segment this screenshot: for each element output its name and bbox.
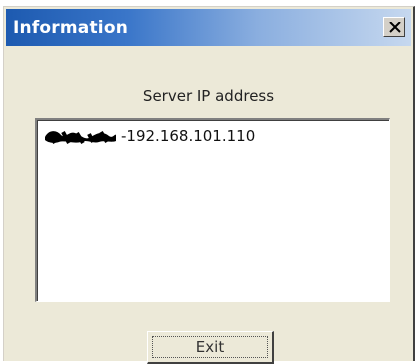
information-dialog: Information Server IP address - 192.168.… <box>3 6 415 364</box>
title-bar[interactable]: Information <box>6 9 411 46</box>
list-item[interactable]: - 192.168.101.110 <box>43 126 255 146</box>
server-ip-label: Server IP address <box>142 87 275 105</box>
window-title: Information <box>13 18 129 38</box>
close-button[interactable] <box>383 17 405 37</box>
close-icon <box>389 22 401 33</box>
list-item-ip: 192.168.101.110 <box>126 127 256 145</box>
focus-ring <box>152 336 268 358</box>
redacted-name-scribble <box>45 130 116 145</box>
exit-button[interactable]: Exit <box>147 331 274 364</box>
server-list[interactable]: - 192.168.101.110 <box>35 118 390 302</box>
dialog-body: Server IP address - 192.168.101.110 Exit <box>6 46 411 364</box>
